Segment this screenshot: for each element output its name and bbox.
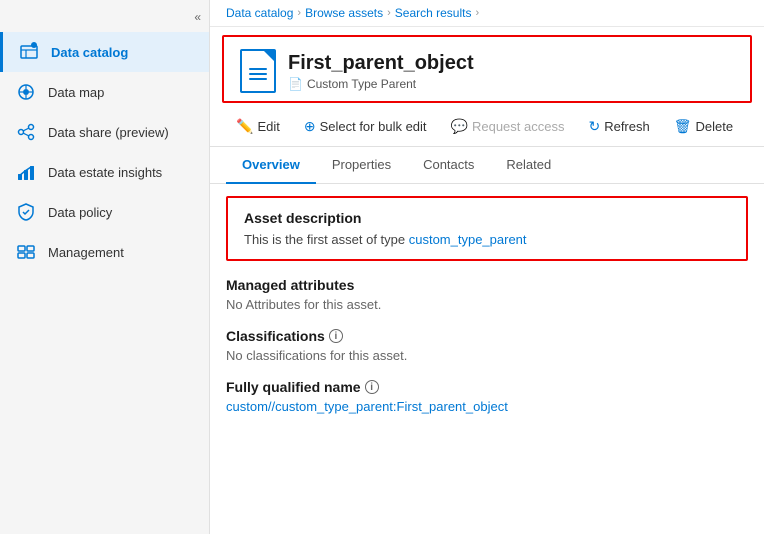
file-line-1	[249, 68, 267, 70]
breadcrumb-search-results[interactable]: Search results	[395, 6, 472, 20]
fqn-info-icon[interactable]: i	[365, 380, 379, 394]
sidebar-item-label: Data catalog	[51, 45, 128, 60]
breadcrumb: Data catalog › Browse assets › Search re…	[210, 0, 764, 27]
sidebar-item-management[interactable]: Management	[0, 232, 209, 272]
tab-contacts[interactable]: Contacts	[407, 147, 490, 184]
request-label: Request access	[472, 119, 565, 134]
asset-type: 📄 Custom Type Parent	[288, 77, 474, 91]
file-line-2	[249, 73, 267, 75]
select-icon: ⊕	[304, 118, 316, 135]
refresh-icon: ↻	[588, 118, 600, 135]
refresh-button[interactable]: ↻ Refresh	[578, 113, 659, 140]
asset-description-title: Asset description	[244, 210, 730, 226]
asset-header: First_parent_object 📄 Custom Type Parent	[222, 35, 752, 103]
classifications-empty: No classifications for this asset.	[226, 348, 748, 363]
select-bulk-button[interactable]: ⊕ Select for bulk edit	[294, 113, 437, 140]
sidebar-item-data-share[interactable]: Data share (preview)	[0, 112, 209, 152]
managed-attributes-title: Managed attributes	[226, 277, 748, 293]
sidebar-item-data-policy[interactable]: Data policy	[0, 192, 209, 232]
delete-label: Delete	[696, 119, 734, 134]
classifications-title: Classifications i	[226, 328, 748, 344]
management-icon	[16, 242, 36, 262]
sidebar-collapse-button[interactable]: «	[0, 8, 209, 32]
asset-name: First_parent_object	[288, 52, 474, 75]
estate-icon	[16, 162, 36, 182]
description-text-prefix: This is the first asset of type	[244, 232, 409, 247]
main-content: Data catalog › Browse assets › Search re…	[210, 0, 764, 534]
request-icon: 💬	[451, 118, 468, 135]
policy-icon	[16, 202, 36, 222]
edit-icon: ✏️	[236, 118, 253, 135]
managed-attributes-section: Managed attributes No Attributes for thi…	[226, 277, 748, 312]
delete-button[interactable]: 🗑 Delete	[664, 113, 743, 140]
fqn-title: Fully qualified name i	[226, 379, 748, 395]
asset-description-text: This is the first asset of type custom_t…	[244, 232, 730, 247]
sidebar-item-data-map[interactable]: Data map	[0, 72, 209, 112]
request-access-button[interactable]: 💬 Request access	[441, 113, 575, 140]
edit-label: Edit	[257, 119, 279, 134]
breadcrumb-browse-assets[interactable]: Browse assets	[305, 6, 383, 20]
refresh-label: Refresh	[604, 119, 650, 134]
tab-related[interactable]: Related	[490, 147, 567, 184]
content-area: Asset description This is the first asse…	[210, 184, 764, 534]
sidebar-item-data-estate[interactable]: Data estate insights	[0, 152, 209, 192]
select-label: Select for bulk edit	[320, 119, 427, 134]
sidebar-item-label: Data estate insights	[48, 165, 162, 180]
breadcrumb-sep-3: ›	[475, 7, 479, 19]
asset-file-icon	[240, 49, 276, 93]
tabs: Overview Properties Contacts Related	[210, 147, 764, 184]
sidebar: « Data catalog Data map	[0, 0, 210, 534]
share-icon	[16, 122, 36, 142]
file-lines	[249, 68, 267, 80]
map-icon	[16, 82, 36, 102]
fqn-section: Fully qualified name i custom//custom_ty…	[226, 379, 748, 414]
asset-type-label: Custom Type Parent	[307, 77, 416, 91]
file-line-3	[249, 78, 267, 80]
toolbar: ✏️ Edit ⊕ Select for bulk edit 💬 Request…	[210, 107, 764, 147]
delete-icon: 🗑	[674, 118, 692, 135]
breadcrumb-data-catalog[interactable]: Data catalog	[226, 6, 293, 20]
asset-description-box: Asset description This is the first asse…	[226, 196, 748, 261]
sidebar-item-label: Data policy	[48, 205, 112, 220]
tab-properties[interactable]: Properties	[316, 147, 407, 184]
asset-title-block: First_parent_object 📄 Custom Type Parent	[288, 52, 474, 91]
fqn-value: custom//custom_type_parent:First_parent_…	[226, 399, 748, 414]
breadcrumb-sep-2: ›	[387, 7, 391, 19]
breadcrumb-sep-1: ›	[297, 7, 301, 19]
classifications-info-icon[interactable]: i	[329, 329, 343, 343]
sidebar-item-data-catalog[interactable]: Data catalog	[0, 32, 209, 72]
sidebar-item-label: Management	[48, 245, 124, 260]
sidebar-item-label: Data map	[48, 85, 104, 100]
classifications-section: Classifications i No classifications for…	[226, 328, 748, 363]
managed-attributes-empty: No Attributes for this asset.	[226, 297, 748, 312]
tab-overview[interactable]: Overview	[226, 147, 316, 184]
sidebar-item-label: Data share (preview)	[48, 125, 169, 140]
asset-type-icon: 📄	[288, 77, 303, 91]
edit-button[interactable]: ✏️ Edit	[226, 113, 290, 140]
description-link[interactable]: custom_type_parent	[409, 232, 527, 247]
catalog-icon	[19, 42, 39, 62]
